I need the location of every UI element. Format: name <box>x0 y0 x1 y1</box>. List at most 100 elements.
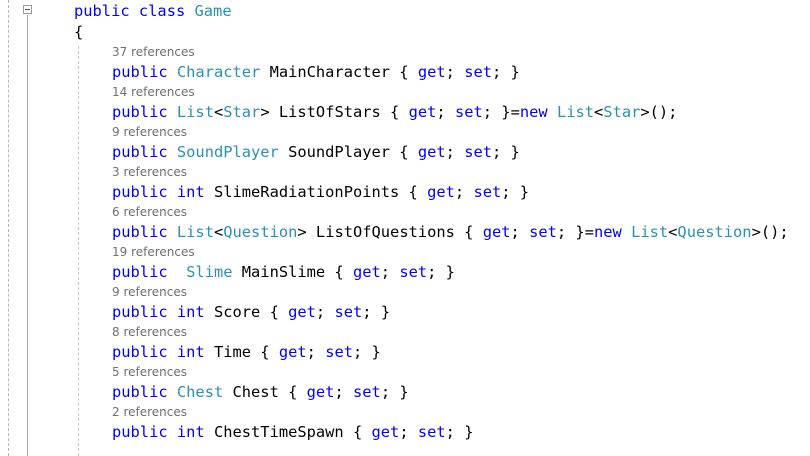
code-text-token: MainCharacter { <box>260 63 418 81</box>
property-declaration-line[interactable]: public List<Star> ListOfStars { get; set… <box>112 102 677 122</box>
property-declaration-line[interactable]: public Character MainCharacter { get; se… <box>112 62 520 82</box>
keyword-token: public <box>112 383 168 401</box>
type-token: List <box>631 223 669 241</box>
keyword-token: set <box>464 143 492 161</box>
code-text-token: ChestTimeSpawn { <box>204 423 372 441</box>
code-text-token: ; <box>315 303 335 321</box>
code-text-token: ; <box>436 103 455 121</box>
keyword-token: get <box>408 103 437 121</box>
codelens-references[interactable]: 3 references <box>112 165 187 179</box>
keyword-token: set <box>464 63 492 81</box>
code-text-token: < <box>213 103 224 121</box>
property-declaration-line[interactable]: public int Time { get; set; } <box>112 342 381 362</box>
type-token: Star <box>603 103 641 121</box>
keyword-token: get <box>417 63 446 81</box>
code-text-token: SoundPlayer { <box>278 143 418 161</box>
type-token: List <box>176 223 214 241</box>
keyword-token: int <box>176 183 205 201</box>
keyword-token: set <box>353 383 381 401</box>
property-declaration-line[interactable]: public Slime MainSlime { get; set; } <box>112 262 455 282</box>
code-text-token: ; } <box>427 263 455 281</box>
type-token: SoundPlayer <box>176 143 279 161</box>
class-name-token: Game <box>194 2 232 20</box>
type-token: Chest <box>176 383 224 401</box>
keyword-token: get <box>288 303 316 321</box>
type-token: List <box>556 103 595 121</box>
code-text-token: ; <box>306 343 326 361</box>
brace-token: { <box>74 23 84 41</box>
keyword-token: get <box>306 383 335 401</box>
code-text-token: Score { <box>204 303 289 321</box>
keyword-token: int <box>176 303 205 321</box>
class-declaration-line[interactable]: public class Game <box>74 1 232 21</box>
code-text-token: ; <box>380 263 400 281</box>
code-text-token: ; <box>445 63 465 81</box>
code-text-token: ; }= <box>556 223 594 241</box>
code-text-token: SlimeRadiationPoints { <box>204 183 428 201</box>
keyword-token: public <box>112 63 168 81</box>
property-declaration-line[interactable]: public int SlimeRadiationPoints { get; s… <box>112 182 529 202</box>
code-editor[interactable]: public class Game { 37 references public … <box>0 0 810 456</box>
keyword-token: get <box>278 343 307 361</box>
type-token: Slime <box>186 263 233 281</box>
code-text-token: ; } <box>492 143 520 161</box>
collapse-minus-icon[interactable] <box>23 5 32 14</box>
code-text-token: ; } <box>362 303 391 321</box>
keyword-token: get <box>427 183 455 201</box>
keyword-token: public <box>112 143 168 161</box>
type-token: Question <box>223 223 298 241</box>
codelens-references[interactable]: 9 references <box>112 285 187 299</box>
code-text-token: Chest { <box>223 383 307 401</box>
keyword-token: set <box>325 343 354 361</box>
code-text-token: > ListOfStars { <box>260 103 409 121</box>
property-declaration-line[interactable]: public int ChestTimeSpawn { get; set; } <box>112 422 473 442</box>
type-token: Character <box>176 63 261 81</box>
keyword-token: public <box>112 183 168 201</box>
keyword-token: set <box>529 223 557 241</box>
code-text-token: > ListOfQuestions { <box>297 223 483 241</box>
code-text-token: ; } <box>353 343 381 361</box>
code-text-token: ; <box>510 223 530 241</box>
keyword-token: get <box>371 423 400 441</box>
keyword-token: int <box>176 343 205 361</box>
codelens-references[interactable]: 37 references <box>112 45 195 59</box>
keyword-token: set <box>399 263 428 281</box>
code-text-token: Time { <box>204 343 279 361</box>
open-brace-line[interactable]: { <box>74 22 83 42</box>
keyword-token: set <box>334 303 363 321</box>
type-token: Question <box>677 223 752 241</box>
code-text-token: ; } <box>380 383 409 401</box>
keyword-token: class <box>138 2 186 20</box>
codelens-references[interactable]: 6 references <box>112 205 187 219</box>
code-text-token: >(); <box>640 103 678 121</box>
outlining-bracket-line <box>27 15 28 456</box>
keyword-token: get <box>417 143 446 161</box>
type-token: Star <box>223 103 261 121</box>
codelens-references[interactable]: 9 references <box>112 125 187 139</box>
property-declaration-line[interactable]: public int Score { get; set; } <box>112 302 390 322</box>
keyword-token: public <box>112 303 168 321</box>
property-declaration-line[interactable]: public Chest Chest { get; set; } <box>112 382 409 402</box>
keyword-token: get <box>352 263 381 281</box>
codelens-references[interactable]: 5 references <box>112 365 187 379</box>
keyword-token: new <box>519 103 548 121</box>
property-declaration-line[interactable]: public SoundPlayer SoundPlayer { get; se… <box>112 142 520 162</box>
keyword-token: set <box>473 183 502 201</box>
indent-guide <box>78 46 79 456</box>
codelens-references[interactable]: 2 references <box>112 405 187 419</box>
codelens-references[interactable]: 19 references <box>112 245 195 259</box>
property-declaration-line[interactable]: public List<Question> ListOfQuestions { … <box>112 222 789 242</box>
codelens-references[interactable]: 8 references <box>112 325 187 339</box>
code-text-token: ; }= <box>482 103 520 121</box>
codelens-references[interactable]: 14 references <box>112 85 195 99</box>
keyword-token: set <box>454 103 483 121</box>
